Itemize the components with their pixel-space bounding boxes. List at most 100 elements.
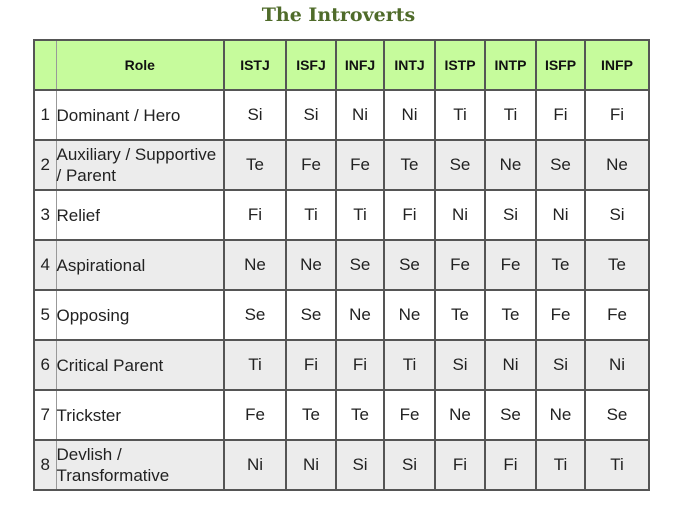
function-cell: Fi (383, 189, 436, 241)
function-cell: Te (434, 289, 486, 341)
header-type: INFJ (335, 39, 385, 91)
table-row: 8 Devlish / Transformative Ni Ni Si Si Fi Fi Ti T… (33, 439, 650, 491)
row-number: 4 (33, 239, 57, 291)
function-cell: Fi (223, 189, 287, 241)
function-cell: Si (383, 439, 436, 491)
function-cell: Te (584, 239, 650, 291)
function-cell: Si (223, 89, 287, 141)
function-cell: Ni (223, 439, 287, 491)
function-cell: Se (535, 139, 586, 191)
function-cell: Ni (434, 189, 486, 241)
function-cell: Fe (535, 289, 586, 341)
function-cell: Si (584, 189, 650, 241)
function-cell: Ti (484, 89, 537, 141)
function-cell: Ti (335, 189, 385, 241)
row-number: 5 (33, 289, 57, 341)
role-name: Critical Parent (55, 339, 225, 391)
introverts-table: Role ISTJ ISFJ INFJ INTJ ISTP INTP ISFP … (33, 39, 650, 491)
role-name: Auxiliary / Supportive / Parent (55, 139, 225, 191)
role-name: Opposing (55, 289, 225, 341)
header-role: Role (55, 39, 225, 91)
function-cell: Fe (484, 239, 537, 291)
function-cell: Fe (335, 139, 385, 191)
function-cell: Si (285, 89, 337, 141)
table-row: 4 Aspirational Ne Ne Se Se Fe Fe Te Te (33, 239, 650, 291)
table-row: 7 Trickster Fe Te Te Fe Ne Se Ne Se (33, 389, 650, 441)
function-cell: Te (484, 289, 537, 341)
function-cell: Ne (535, 389, 586, 441)
role-name: Relief (55, 189, 225, 241)
header-type: INTJ (383, 39, 436, 91)
table-row: 2 Auxiliary / Supportive / Parent Te Fe Fe Te… (33, 139, 650, 191)
function-cell: Fi (484, 439, 537, 491)
function-cell: Se (434, 139, 486, 191)
function-cell: Se (335, 239, 385, 291)
function-cell: Ti (434, 89, 486, 141)
function-cell: Ni (535, 189, 586, 241)
row-number: 7 (33, 389, 57, 441)
row-number: 1 (33, 89, 57, 141)
function-cell: Se (285, 289, 337, 341)
function-cell: Ti (223, 339, 287, 391)
header-row: Role ISTJ ISFJ INFJ INTJ ISTP INTP ISFP … (33, 39, 650, 91)
header-type: INTP (484, 39, 537, 91)
function-cell: Ne (584, 139, 650, 191)
role-name: Trickster (55, 389, 225, 441)
role-name: Dominant / Hero (55, 89, 225, 141)
row-number: 8 (33, 439, 57, 491)
function-cell: Si (484, 189, 537, 241)
function-cell: Se (383, 239, 436, 291)
function-cell: Fe (383, 389, 436, 441)
function-cell: Si (434, 339, 486, 391)
function-cell: Ne (484, 139, 537, 191)
function-cell: Ni (383, 89, 436, 141)
role-name: Aspirational (55, 239, 225, 291)
header-type: ISFJ (285, 39, 337, 91)
row-number: 3 (33, 189, 57, 241)
header-type: ISTJ (223, 39, 287, 91)
function-cell: Ni (285, 439, 337, 491)
function-cell: Fi (285, 339, 337, 391)
row-number: 2 (33, 139, 57, 191)
header-type: INFP (584, 39, 650, 91)
table-row: 6 Critical Parent Ti Fi Fi Ti Si Ni Si Ni (33, 339, 650, 391)
function-cell: Ti (584, 439, 650, 491)
function-cell: Te (383, 139, 436, 191)
function-cell: Te (335, 389, 385, 441)
function-cell: Fe (434, 239, 486, 291)
function-cell: Ti (383, 339, 436, 391)
function-cell: Te (285, 389, 337, 441)
function-cell: Ni (335, 89, 385, 141)
function-cell: Fi (535, 89, 586, 141)
function-cell: Ti (535, 439, 586, 491)
header-type: ISTP (434, 39, 486, 91)
function-cell: Ti (285, 189, 337, 241)
function-cell: Se (584, 389, 650, 441)
function-cell: Ne (383, 289, 436, 341)
table-row: 1 Dominant / Hero Si Si Ni Ni Ti Ti Fi Fi (33, 89, 650, 141)
function-cell: Se (484, 389, 537, 441)
function-cell: Fe (584, 289, 650, 341)
function-cell: Fe (223, 389, 287, 441)
function-cell: Fi (335, 339, 385, 391)
function-cell: Si (335, 439, 385, 491)
page-title: The Introverts (261, 4, 416, 26)
function-cell: Fi (434, 439, 486, 491)
function-cell: Te (223, 139, 287, 191)
row-number: 6 (33, 339, 57, 391)
header-number (33, 39, 57, 91)
function-cell: Ni (584, 339, 650, 391)
function-cell: Te (535, 239, 586, 291)
function-cell: Fe (285, 139, 337, 191)
table-row: 3 Relief Fi Ti Ti Fi Ni Si Ni Si (33, 189, 650, 241)
function-cell: Ni (484, 339, 537, 391)
function-cell: Ne (285, 239, 337, 291)
header-type: ISFP (535, 39, 586, 91)
function-cell: Ne (335, 289, 385, 341)
role-name: Devlish / Transformative (55, 439, 225, 491)
function-cell: Ne (434, 389, 486, 441)
function-cell: Si (535, 339, 586, 391)
table-row: 5 Opposing Se Se Ne Ne Te Te Fe Fe (33, 289, 650, 341)
function-cell: Ne (223, 239, 287, 291)
function-cell: Se (223, 289, 287, 341)
